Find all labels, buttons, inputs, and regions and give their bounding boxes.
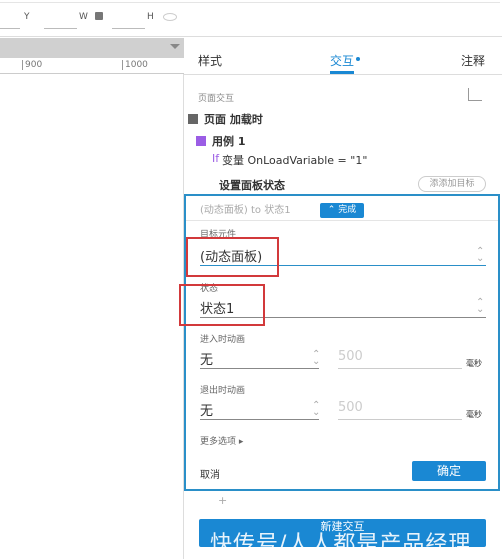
- lock-open-icon[interactable]: [95, 12, 103, 20]
- exit-animation-label: 退出时动画: [200, 386, 246, 396]
- collapse-case-icon[interactable]: [196, 136, 206, 146]
- more-options-label: 更多选项: [200, 437, 237, 447]
- done-button[interactable]: ⌃ 完成: [320, 203, 364, 218]
- tab-notes[interactable]: 注释: [461, 52, 485, 69]
- select-arrows-icon[interactable]: ⌃ ⌄: [476, 298, 484, 315]
- add-action-icon[interactable]: +: [218, 494, 227, 507]
- action-label[interactable]: 设置面板状态: [219, 177, 285, 193]
- horizontal-ruler: 900 1000: [0, 58, 184, 74]
- case-label[interactable]: 用例 1: [212, 133, 245, 149]
- tab-style[interactable]: 样式: [198, 52, 222, 69]
- highlight-annotation: [179, 284, 265, 326]
- action-summary: (动态面板) to 状态1: [200, 205, 291, 216]
- eye-icon[interactable]: [163, 13, 177, 21]
- y-field[interactable]: [44, 28, 77, 29]
- watermark: 快传号/人人都是产品经理: [210, 532, 472, 557]
- tab-interaction[interactable]: 交互: [330, 52, 354, 69]
- toolbar: Y W H: [0, 0, 502, 37]
- section-title: 页面交互: [198, 94, 235, 104]
- event-label[interactable]: 页面 加载时: [204, 111, 263, 127]
- ruler-tick: 900: [22, 60, 42, 70]
- exit-animation-value[interactable]: 无: [200, 400, 213, 419]
- y-label: Y: [24, 12, 30, 22]
- ok-button[interactable]: 确定: [412, 461, 486, 481]
- highlight-annotation: [186, 237, 279, 277]
- canvas-area: 900 1000: [0, 38, 184, 559]
- enter-select-underline: [200, 368, 319, 369]
- ms-label: 毫秒: [466, 359, 482, 368]
- w-field[interactable]: [112, 28, 145, 29]
- ruler-tick: 1000: [122, 60, 148, 70]
- ms-label: 毫秒: [466, 410, 482, 419]
- more-options-link[interactable]: 更多选项 ▸: [200, 434, 243, 447]
- dropdown-arrow-icon[interactable]: [170, 44, 180, 49]
- select-arrows-icon[interactable]: ⌃ ⌄: [476, 247, 484, 264]
- add-target-button[interactable]: 添添加目标: [418, 176, 486, 192]
- exit-duration-input[interactable]: 500: [338, 400, 363, 415]
- h-label: H: [147, 12, 154, 22]
- divider: [186, 220, 498, 221]
- exit-duration-underline: [338, 419, 462, 420]
- cancel-button[interactable]: 取消: [200, 466, 220, 481]
- x-field[interactable]: [0, 28, 20, 29]
- collapse-all-icon[interactable]: [468, 88, 482, 101]
- condition-if: If: [212, 152, 220, 165]
- condition-text[interactable]: 变量 OnLoadVariable = "1": [222, 152, 367, 168]
- done-label: 完成: [338, 205, 357, 215]
- enter-duration-input[interactable]: 500: [338, 349, 363, 364]
- divider: [184, 74, 502, 75]
- select-arrows-icon[interactable]: ⌃ ⌄: [312, 401, 320, 418]
- modified-dot-icon: [356, 57, 360, 61]
- collapse-event-icon[interactable]: [188, 114, 198, 124]
- w-label: W: [79, 12, 88, 22]
- select-arrows-icon[interactable]: ⌃ ⌄: [312, 350, 320, 367]
- divider: [0, 2, 500, 3]
- exit-select-underline: [200, 419, 319, 420]
- enter-animation-value[interactable]: 无: [200, 349, 213, 368]
- ruler-bar: [0, 38, 184, 58]
- enter-duration-underline: [338, 368, 462, 369]
- enter-animation-label: 进入时动画: [200, 335, 246, 345]
- action-editor: (动态面板) to 状态1 ⌃ 完成 目标元件 (动态面板) ⌃ ⌄ 状态 状态1…: [179, 194, 500, 491]
